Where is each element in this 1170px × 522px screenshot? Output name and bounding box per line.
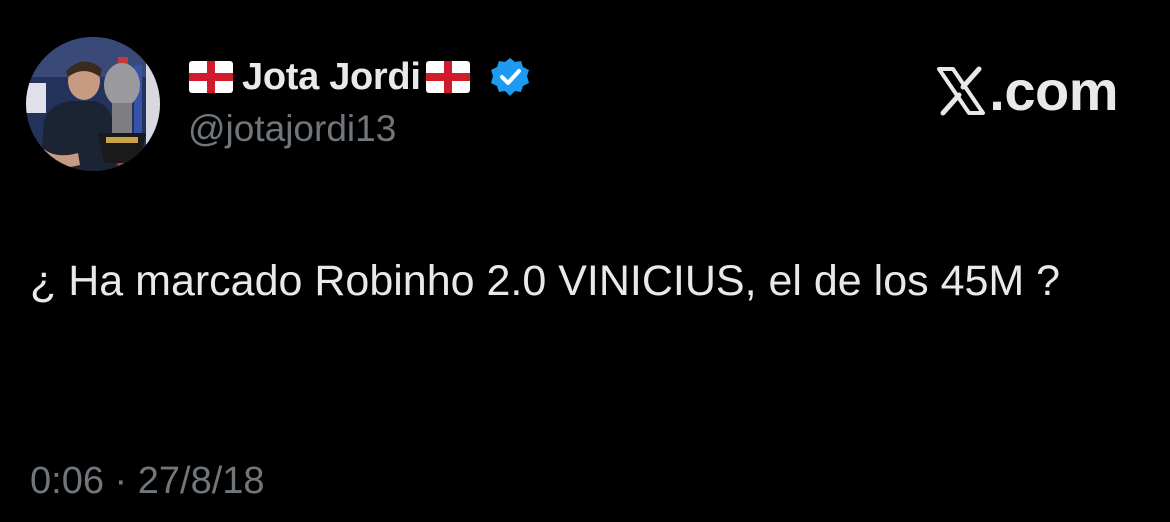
verified-badge-icon xyxy=(489,56,531,98)
brand-logo: .com xyxy=(935,58,1118,123)
england-flag-icon xyxy=(188,60,234,94)
avatar-image xyxy=(26,37,160,171)
x-logo-icon xyxy=(937,66,986,115)
tweet-body: ¿ Ha marcado Robinho 2.0 VINICIUS, el de… xyxy=(30,257,1061,305)
user-handle[interactable]: @jotajordi13 xyxy=(188,108,396,150)
meta-separator: · xyxy=(114,460,128,502)
tweet-date: 27/8/18 xyxy=(137,460,265,502)
user-name-row[interactable]: Jota Jordi xyxy=(188,52,531,102)
tweet-time: 0:06 xyxy=(30,460,104,502)
display-name[interactable]: Jota Jordi xyxy=(242,56,421,99)
brand-domain-text: .com xyxy=(989,59,1118,122)
tweet-card: Jota Jordi @jotajordi13 .com ¿ Ha marcad… xyxy=(0,0,1170,522)
england-flag-icon xyxy=(425,60,471,94)
avatar[interactable] xyxy=(26,37,160,171)
tweet-timestamp[interactable]: 0:06 · 27/8/18 xyxy=(30,460,265,503)
